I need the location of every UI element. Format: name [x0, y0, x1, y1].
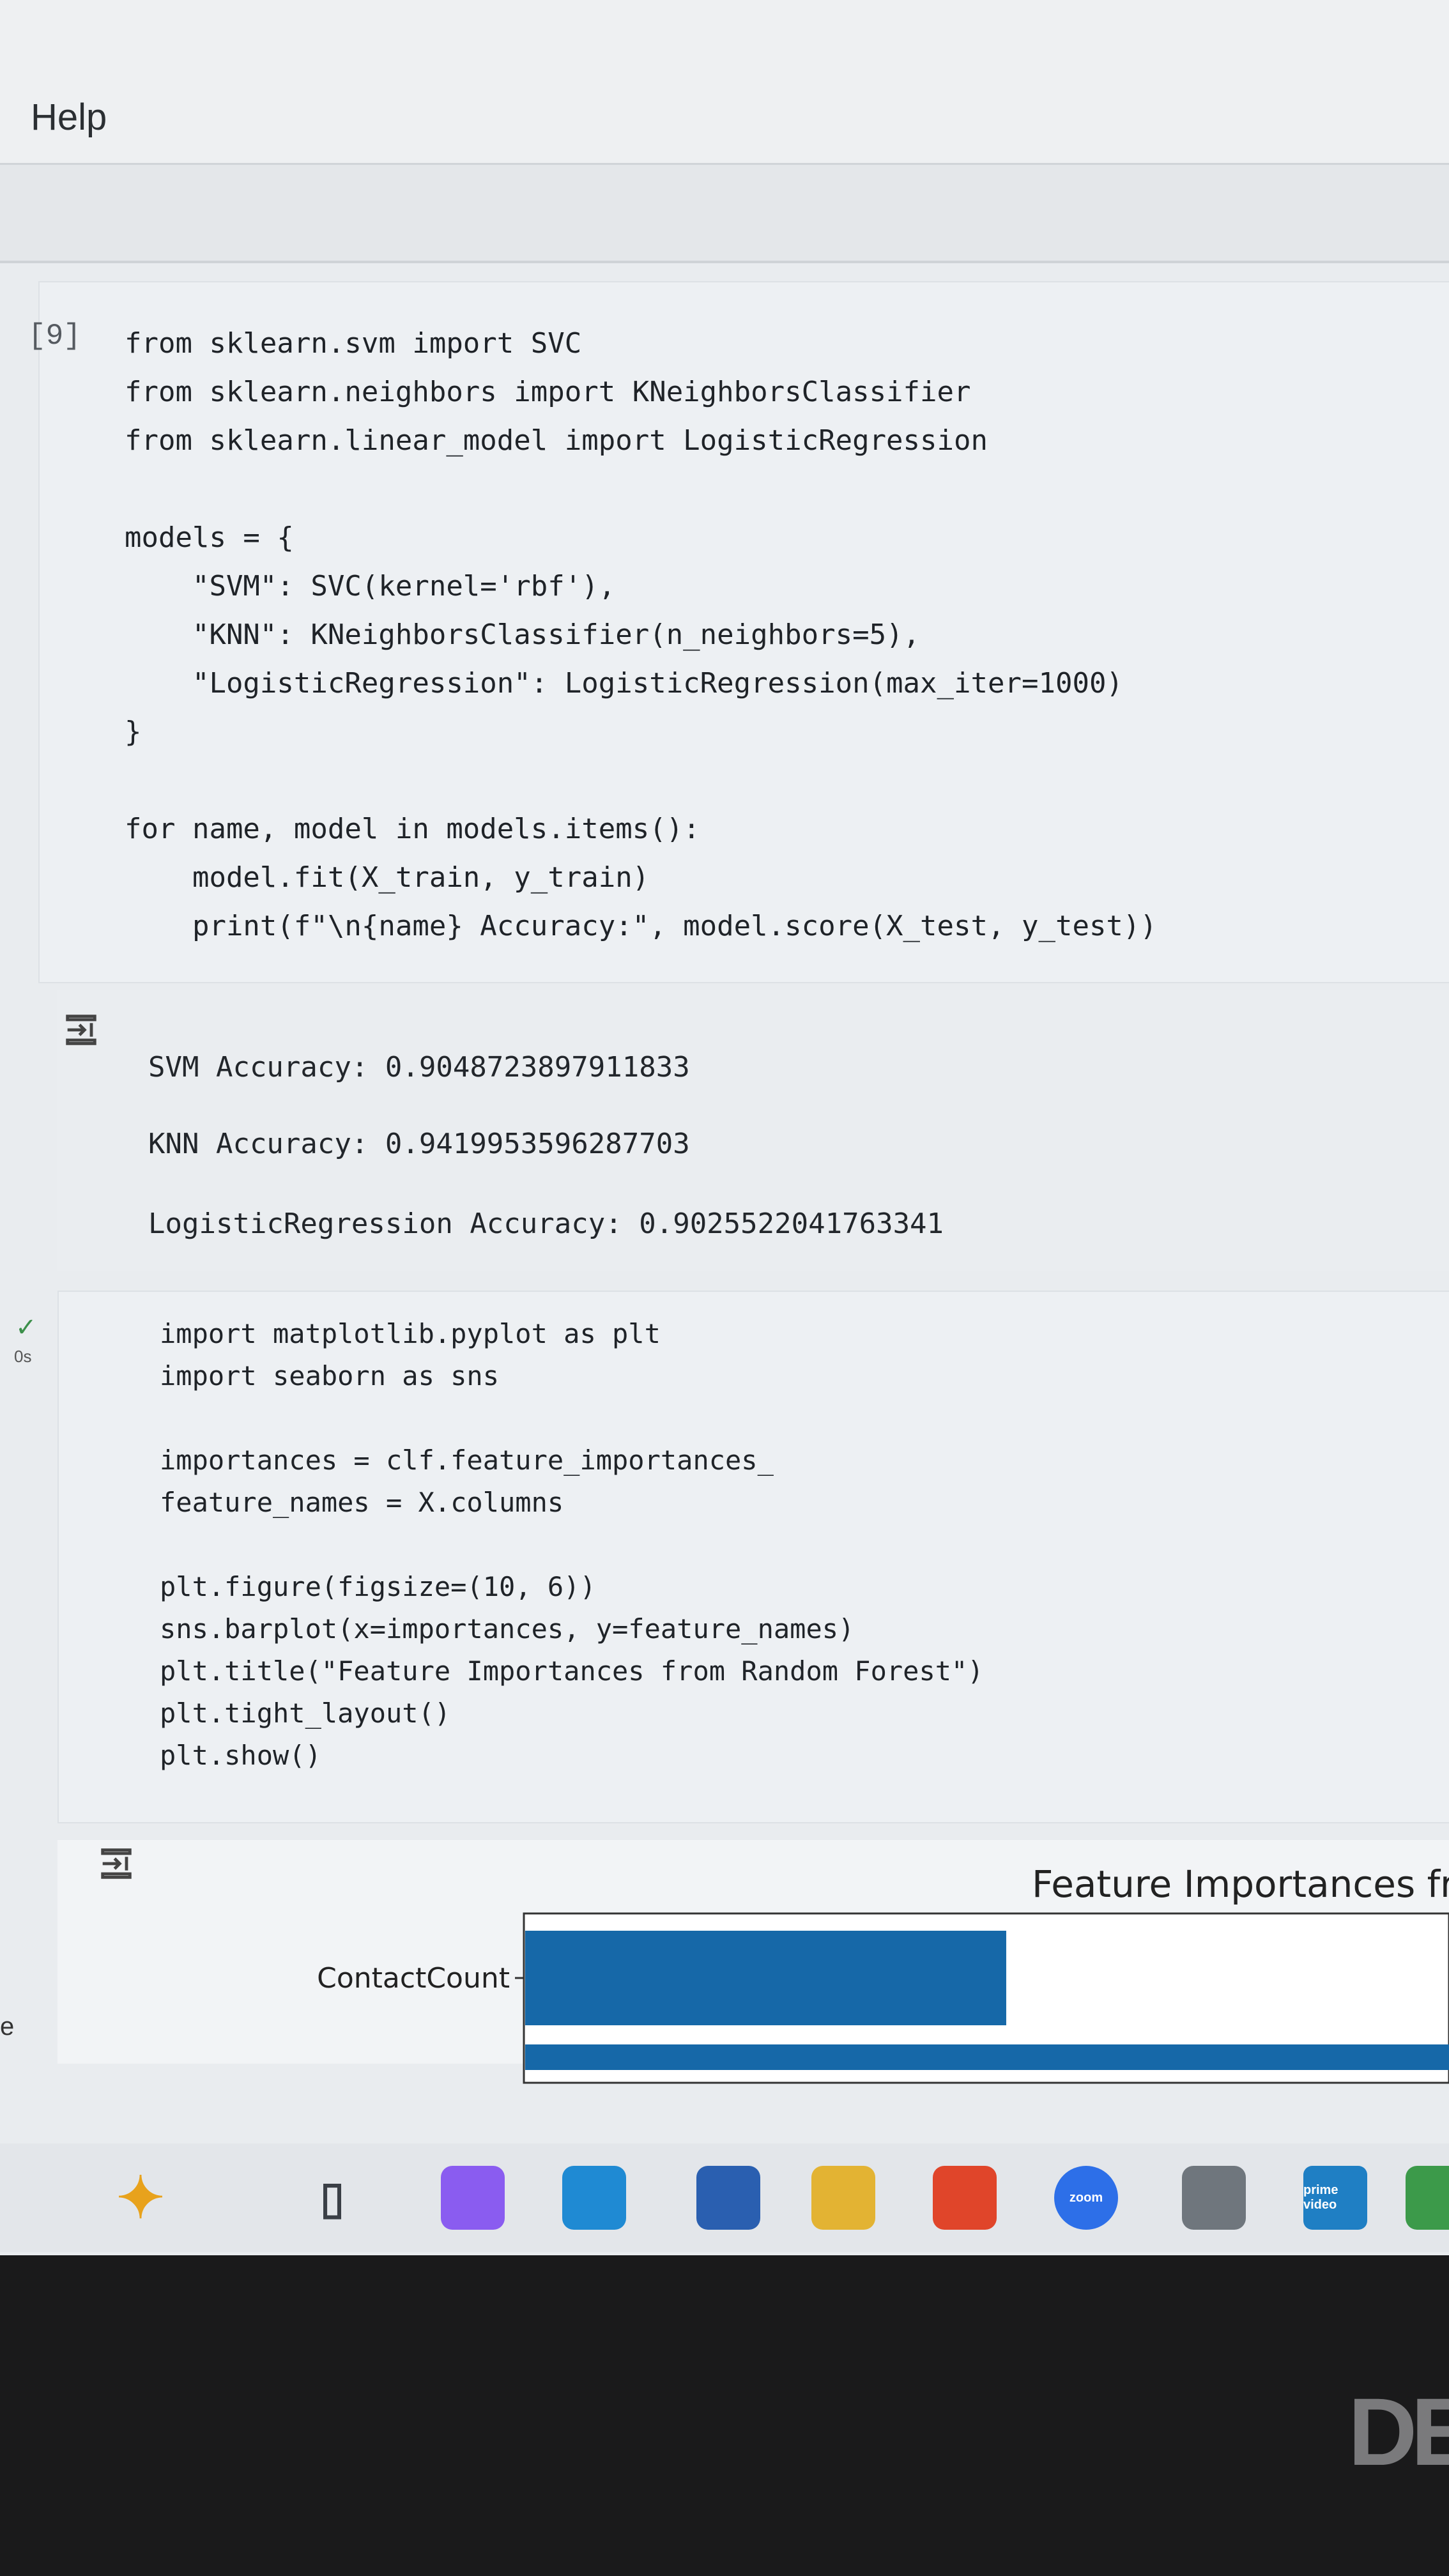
- output-toggle-icon[interactable]: [96, 1843, 137, 1884]
- code-line: from sklearn.neighbors import KNeighbors…: [125, 376, 971, 408]
- output-toggle-icon[interactable]: [61, 1009, 102, 1050]
- code-editor-cell-plot[interactable]: import matplotlib.pyplot as plt import s…: [160, 1313, 984, 1777]
- zoom-icon[interactable]: zoom: [1054, 2166, 1118, 2230]
- laptop-bezel: [0, 2255, 1449, 2576]
- code-line: "LogisticRegression": LogisticRegression…: [125, 667, 1123, 700]
- code-line: from sklearn.linear_model import Logisti…: [125, 424, 988, 457]
- code-line: from sklearn.svm import SVC: [125, 327, 582, 360]
- code-line: "KNN": KNeighborsClassifier(n_neighbors=…: [125, 618, 921, 651]
- toolbar-strip: [0, 165, 1449, 263]
- code-line: plt.figure(figsize=(10, 6)): [160, 1571, 596, 1602]
- execution-count: [9]: [28, 319, 81, 353]
- output-line-knn: KNN Accuracy: 0.9419953596287703: [148, 1128, 690, 1160]
- code-line: plt.show(): [160, 1740, 321, 1771]
- execution-time: 0s: [14, 1347, 32, 1366]
- code-line: "SVM": SVC(kernel='rbf'),: [125, 570, 616, 602]
- code-line: importances = clf.feature_importances_: [160, 1445, 774, 1476]
- prime-video-icon[interactable]: prime video: [1303, 2166, 1367, 2230]
- output-line-logreg: LogisticRegression Accuracy: 0.902552204…: [148, 1208, 944, 1240]
- code-line: for name, model in models.items():: [125, 813, 700, 845]
- copilot-app-icon[interactable]: [441, 2166, 505, 2230]
- code-line: feature_names = X.columns: [160, 1487, 564, 1518]
- brave-icon[interactable]: [933, 2166, 997, 2230]
- copilot-sparkle-icon[interactable]: ✦: [109, 2166, 172, 2230]
- brand-logo: DE: [1348, 2378, 1449, 2485]
- code-line: model.fit(X_train, y_train): [125, 861, 650, 894]
- code-line: print(f"\n{name} Accuracy:", model.score…: [125, 910, 1157, 942]
- task-view-icon[interactable]: ▯: [300, 2166, 364, 2230]
- edge-icon[interactable]: [562, 2166, 626, 2230]
- code-line: sns.barplot(x=importances, y=feature_nam…: [160, 1613, 855, 1644]
- code-editor-cell-9[interactable]: from sklearn.svm import SVC from sklearn…: [125, 319, 1157, 951]
- code-line: models = {: [125, 521, 294, 554]
- chrome-icon[interactable]: [1406, 2166, 1449, 2230]
- output-line-svm: SVM Accuracy: 0.9048723897911833: [148, 1051, 690, 1084]
- help-menu[interactable]: Help: [31, 96, 107, 139]
- run-success-check-icon: ✓: [15, 1314, 37, 1342]
- app-icon[interactable]: [1182, 2166, 1246, 2230]
- code-line: plt.title("Feature Importances from Rand…: [160, 1655, 984, 1687]
- code-line: plt.tight_layout(): [160, 1698, 451, 1729]
- menu-bar: Help: [0, 0, 1449, 165]
- chart-title: Feature Importances fr: [1032, 1862, 1449, 1906]
- left-edge-text: e: [0, 2012, 15, 2041]
- file-explorer-icon[interactable]: [811, 2166, 875, 2230]
- code-line: import matplotlib.pyplot as plt: [160, 1318, 661, 1349]
- store-icon[interactable]: [696, 2166, 760, 2230]
- code-line: }: [125, 716, 142, 748]
- code-line: import seaborn as sns: [160, 1360, 500, 1392]
